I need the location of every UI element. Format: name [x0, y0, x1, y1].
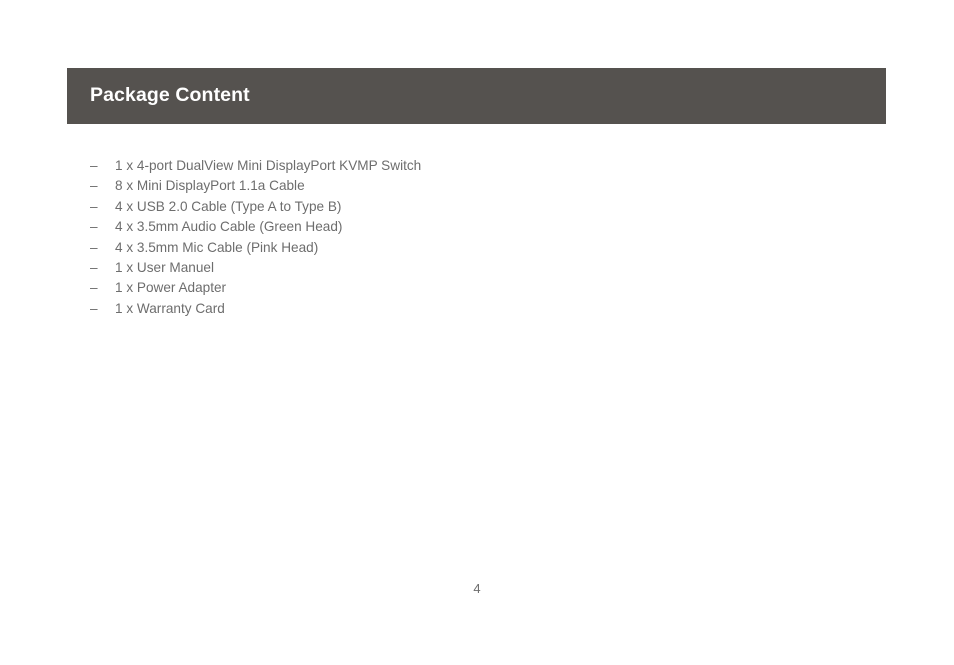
list-item-label: 4 x 3.5mm Mic Cable (Pink Head) [115, 239, 319, 255]
dash-bullet-icon: – [90, 260, 98, 276]
list-item: – 1 x 4-port DualView Mini DisplayPort K… [90, 156, 830, 176]
list-item-label: 1 x Power Adapter [115, 280, 227, 296]
dash-bullet-icon: – [90, 178, 98, 194]
list-item: – 1 x Warranty Card [90, 299, 830, 319]
list-item: – 4 x 3.5mm Audio Cable (Green Head) [90, 217, 830, 237]
dash-bullet-icon: – [90, 198, 98, 214]
list-item-label: 1 x 4-port DualView Mini DisplayPort KVM… [115, 158, 422, 173]
list-item: – 8 x Mini DisplayPort 1.1a Cable [90, 176, 830, 196]
package-content-list: – 1 x 4-port DualView Mini DisplayPort K… [90, 156, 830, 319]
dash-bullet-icon: – [90, 219, 98, 235]
dash-bullet-icon: – [90, 280, 98, 296]
list-item-label: 1 x Warranty Card [115, 300, 225, 316]
list-item-label: 1 x User Manuel [115, 260, 214, 276]
list-item: – 4 x USB 2.0 Cable (Type A to Type B) [90, 197, 830, 217]
list-item: – 1 x User Manuel [90, 258, 830, 278]
list-item-label: 4 x USB 2.0 Cable (Type A to Type B) [115, 198, 342, 214]
list-item: – 4 x 3.5mm Mic Cable (Pink Head) [90, 238, 830, 258]
manual-page: Package Content – 1 x 4-port DualView Mi… [0, 0, 954, 665]
dash-bullet-icon: – [90, 300, 98, 316]
page-number: 4 [473, 581, 481, 596]
page-title: Package Content [90, 84, 250, 107]
list-item-label: 4 x 3.5mm Audio Cable (Green Head) [115, 219, 343, 235]
section-header-bar: Package Content [67, 68, 886, 124]
dash-bullet-icon: – [90, 239, 98, 255]
list-item-label: 8 x Mini DisplayPort 1.1a Cable [115, 178, 305, 194]
dash-bullet-icon: – [90, 158, 98, 173]
list-item: – 1 x Power Adapter [90, 278, 830, 298]
